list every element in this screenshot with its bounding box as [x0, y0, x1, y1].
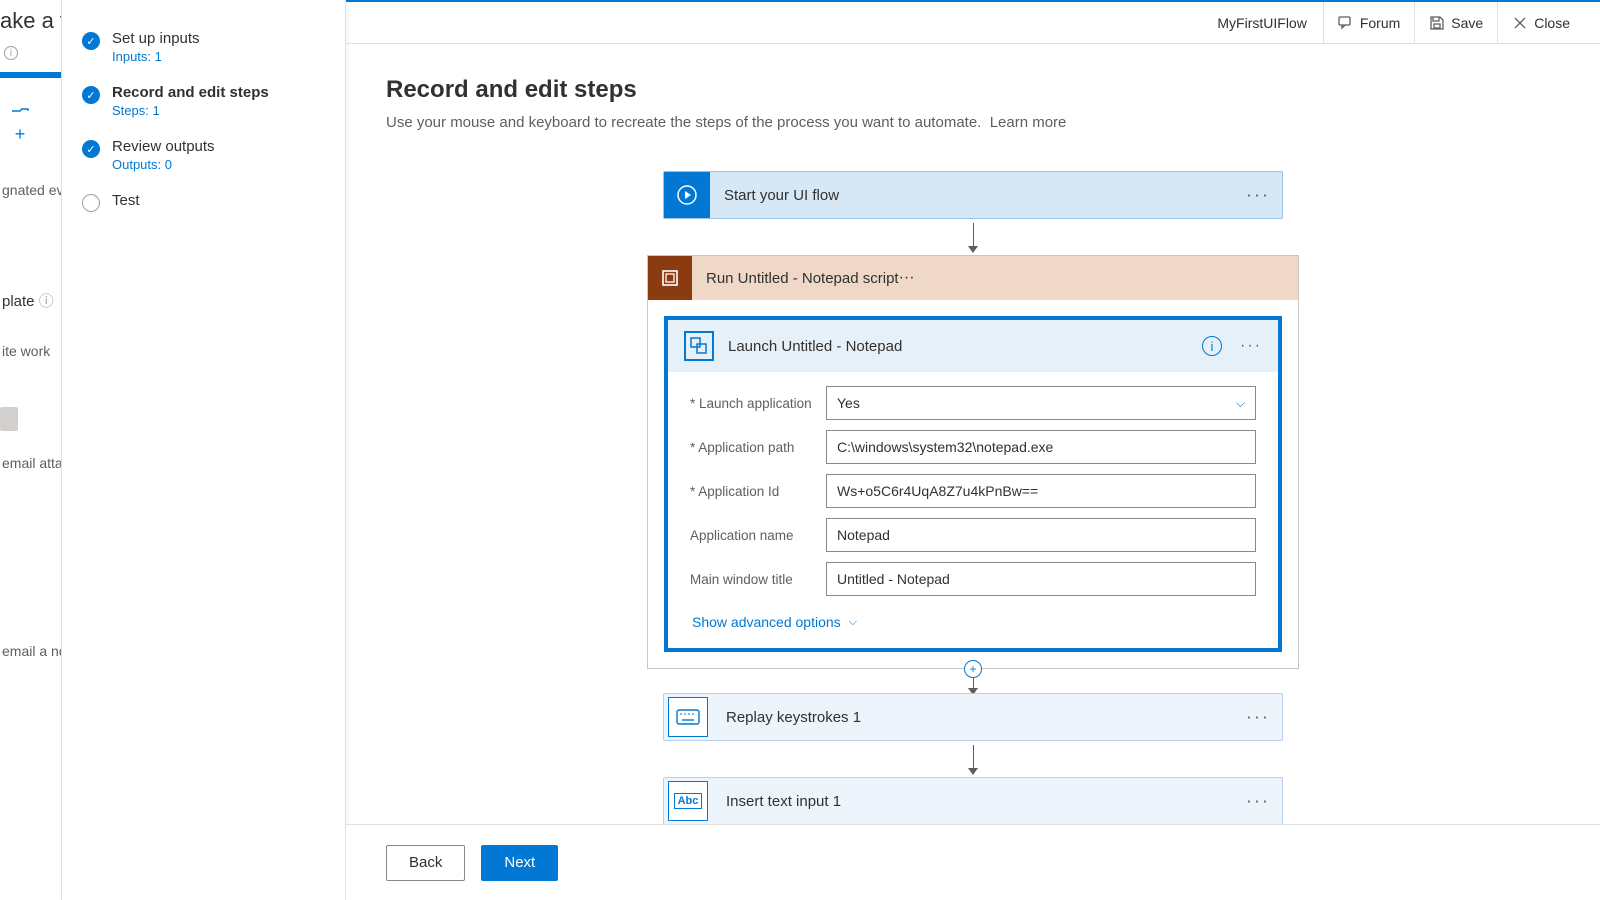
page-subtitle: Use your mouse and keyboard to recreate … [386, 114, 1560, 131]
learn-more-link[interactable]: Learn more [990, 114, 1067, 131]
step-title: Test [112, 192, 140, 209]
application-id-input[interactable] [826, 474, 1256, 508]
label-application-id: Application Id [690, 484, 826, 499]
add-step-connector: + [972, 669, 974, 693]
forum-icon [1338, 15, 1354, 31]
card-label: Replay keystrokes 1 [712, 709, 861, 726]
close-label: Close [1534, 15, 1570, 31]
step-subtitle: Inputs: 1 [112, 49, 200, 64]
text-input-icon: Abc [668, 781, 708, 821]
label-window-title: Main window title [690, 572, 826, 587]
page-title: Record and edit steps [386, 76, 1560, 104]
launch-application-select[interactable]: Yes ⌵ [826, 386, 1256, 420]
add-button[interactable]: + [2, 106, 38, 146]
left-rail: ake a flo i + gnated even plate ⓘ ite wo… [0, 0, 62, 900]
tab-add-icon [10, 108, 30, 124]
step-record-edit[interactable]: Record and edit steps Steps: 1 [62, 74, 345, 128]
ellipsis-icon[interactable]: ··· [1240, 337, 1262, 355]
forum-button[interactable]: Forum [1323, 2, 1414, 43]
grey-box-icon [0, 407, 18, 431]
run-script-container: Run Untitled - Notepad script ··· Launch… [647, 255, 1299, 669]
card-label: Insert text input 1 [712, 793, 841, 810]
arrow-icon [972, 223, 974, 251]
step-title: Record and edit steps [112, 84, 269, 101]
ellipsis-icon[interactable]: ··· [1246, 791, 1270, 812]
circle-icon [82, 194, 100, 212]
chevron-down-icon: ⌵ [849, 616, 857, 629]
card-label: Run Untitled - Notepad script [692, 270, 899, 287]
left-frag-plate: plate ⓘ [0, 274, 61, 327]
ellipsis-icon[interactable]: ··· [1246, 707, 1270, 728]
launch-title: Launch Untitled - Notepad [728, 338, 902, 355]
step-title: Set up inputs [112, 30, 200, 47]
next-button[interactable]: Next [481, 845, 558, 881]
replay-keystrokes-card[interactable]: Replay keystrokes 1 ··· [663, 693, 1283, 741]
flow-canvas: Start your UI flow ··· Run Untitled - No… [386, 171, 1560, 825]
add-step-button[interactable]: + [964, 660, 982, 678]
save-icon [1429, 15, 1445, 31]
info-icon[interactable]: i [4, 46, 18, 60]
label-launch-application: Launch application [690, 396, 826, 411]
window-icon [684, 331, 714, 361]
step-title: Review outputs [112, 138, 215, 155]
step-review-outputs[interactable]: Review outputs Outputs: 0 [62, 128, 345, 182]
page-title-fragment: ake a flo [0, 0, 61, 46]
application-path-input[interactable] [826, 430, 1256, 464]
close-button[interactable]: Close [1497, 2, 1584, 43]
arrow-icon [972, 745, 974, 773]
launch-step-card: Launch Untitled - Notepad i ··· Launch a… [664, 316, 1282, 652]
ellipsis-icon[interactable]: ··· [899, 269, 915, 287]
info-icon[interactable]: i [1202, 336, 1222, 356]
check-icon [82, 140, 100, 158]
left-frag-work: ite work [0, 327, 61, 375]
step-subtitle: Outputs: 0 [112, 157, 215, 172]
ellipsis-icon[interactable]: ··· [1246, 185, 1270, 206]
step-panel: Set up inputs Inputs: 1 Record and edit … [62, 0, 346, 900]
close-icon [1512, 15, 1528, 31]
footer-bar: Back Next [346, 824, 1600, 900]
forum-label: Forum [1360, 15, 1400, 31]
left-frag-events: gnated even [0, 166, 61, 214]
check-icon [82, 86, 100, 104]
application-name-input[interactable] [826, 518, 1256, 552]
start-flow-card[interactable]: Start your UI flow ··· [663, 171, 1283, 219]
save-button[interactable]: Save [1414, 2, 1497, 43]
step-subtitle: Steps: 1 [112, 103, 269, 118]
chevron-down-icon: ⌵ [1236, 396, 1245, 411]
step-test[interactable]: Test [62, 182, 345, 222]
accent-bar [0, 72, 61, 78]
show-advanced-link[interactable]: Show advanced options ⌵ [690, 606, 1256, 640]
script-icon [648, 256, 692, 300]
left-frag-attach: email attac [0, 439, 61, 487]
card-label: Start your UI flow [710, 187, 839, 204]
insert-text-card[interactable]: Abc Insert text input 1 ··· [663, 777, 1283, 825]
save-label: Save [1451, 15, 1483, 31]
launch-form: Launch application Yes ⌵ Application pat… [668, 372, 1278, 648]
play-icon [664, 172, 710, 218]
step-setup-inputs[interactable]: Set up inputs Inputs: 1 [62, 20, 345, 74]
label-application-path: Application path [690, 440, 826, 455]
label-application-name: Application name [690, 528, 826, 543]
keyboard-icon [668, 697, 708, 737]
left-frag-note: email a no [0, 627, 61, 675]
flow-name: MyFirstUIFlow [1217, 15, 1306, 31]
run-script-header[interactable]: Run Untitled - Notepad script ··· [648, 256, 1298, 300]
back-button[interactable]: Back [386, 845, 465, 881]
check-icon [82, 32, 100, 50]
launch-header[interactable]: Launch Untitled - Notepad i ··· [668, 320, 1278, 372]
main-content: Record and edit steps Use your mouse and… [346, 44, 1600, 900]
window-title-input[interactable] [826, 562, 1256, 596]
